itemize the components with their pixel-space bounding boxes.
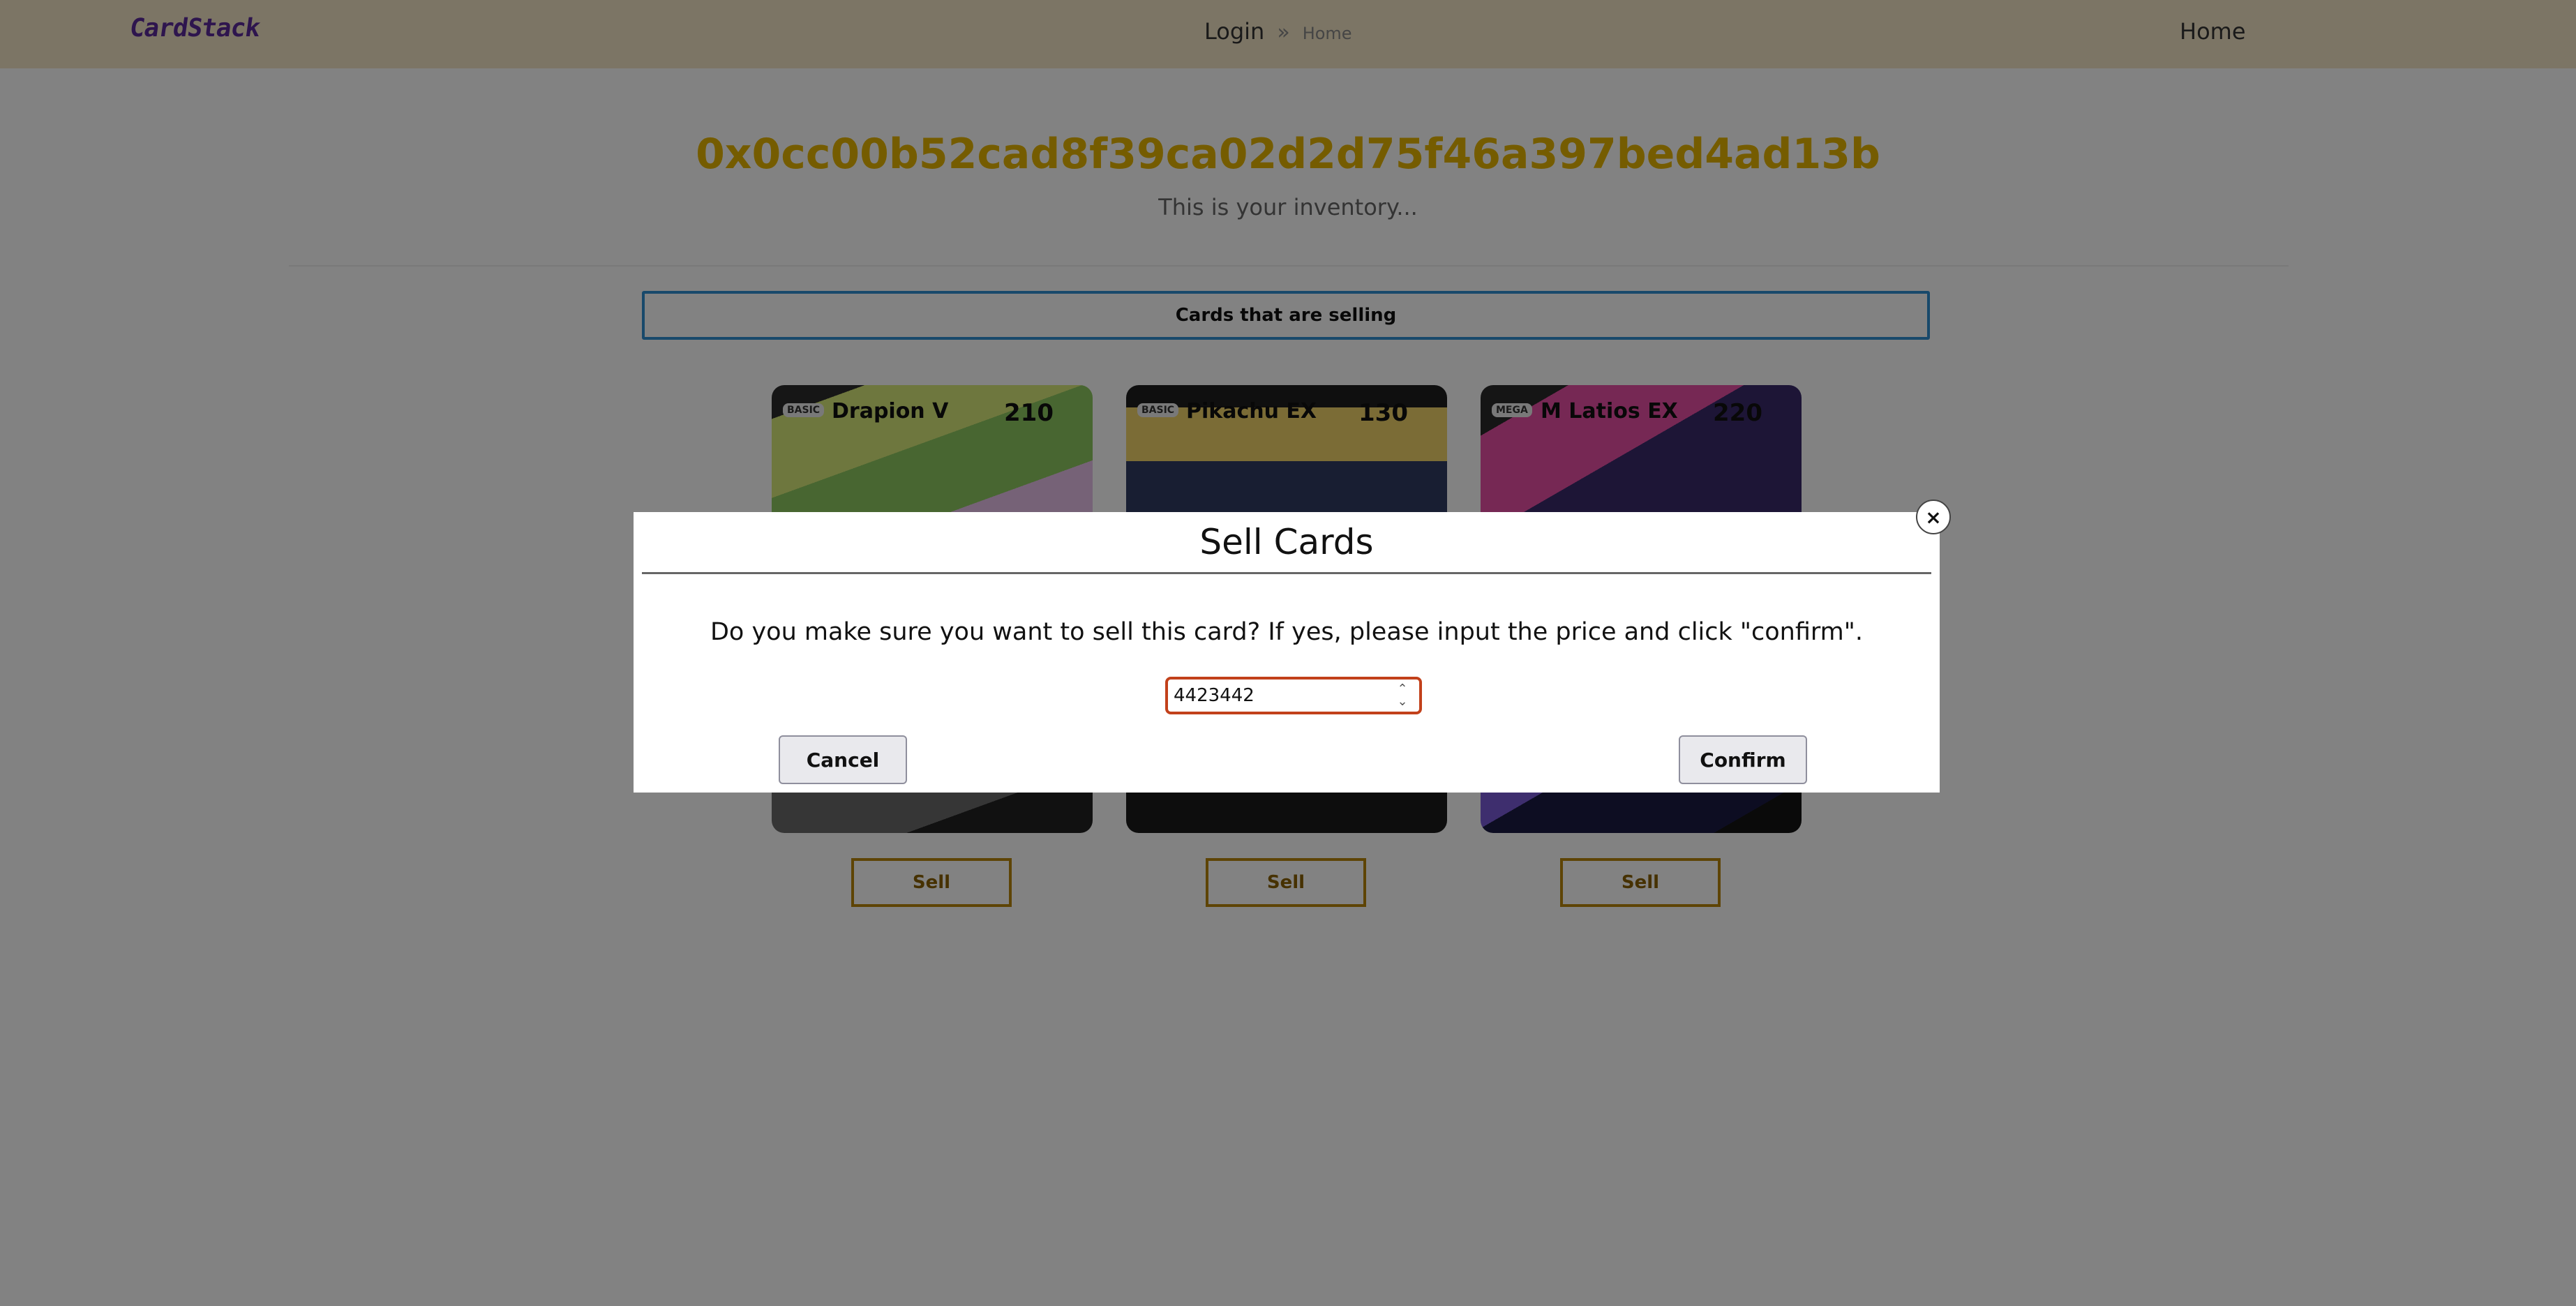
modal-title: Sell Cards <box>1199 522 1374 562</box>
modal-divider <box>642 572 1931 574</box>
cancel-button[interactable]: Cancel <box>779 735 907 784</box>
modal-question: Do you make sure you want to sell this c… <box>710 618 1863 646</box>
close-icon[interactable]: × <box>1916 500 1951 534</box>
price-input[interactable] <box>1165 677 1422 714</box>
number-spinner[interactable]: ⌃ ⌄ <box>1390 681 1415 710</box>
chevron-down-icon[interactable]: ⌄ <box>1397 696 1407 708</box>
confirm-button[interactable]: Confirm <box>1679 735 1807 784</box>
sell-cards-modal: Sell Cards Do you make sure you want to … <box>634 512 1940 793</box>
page: CardStack Login » Home Home 0x0cc00b52ca… <box>0 0 2576 1306</box>
